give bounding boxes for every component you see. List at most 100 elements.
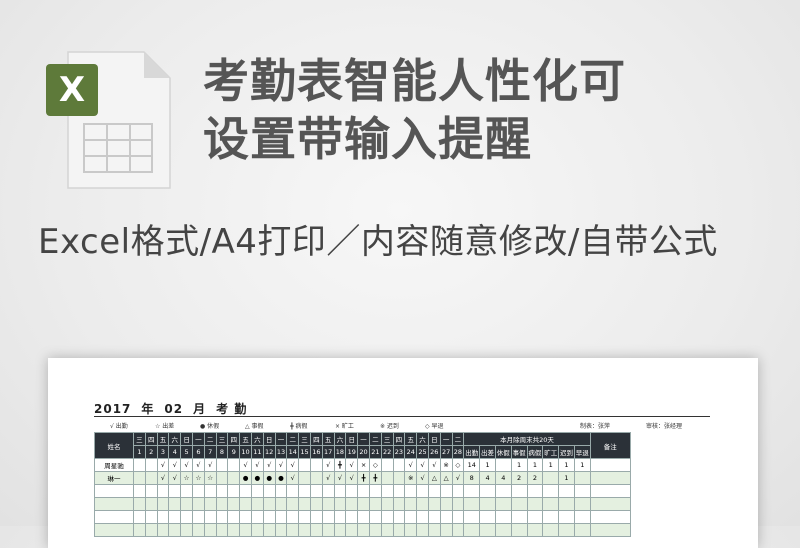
summary-value <box>526 484 544 498</box>
attendance-mark <box>392 484 406 498</box>
weekday-header: 一 <box>191 432 205 446</box>
attendance-mark <box>392 458 406 472</box>
legend-item: √ 出勤 <box>110 423 128 430</box>
summary-value <box>558 484 575 498</box>
attendance-mark <box>368 484 382 498</box>
sheet-label: 考 勤 <box>216 402 248 416</box>
employee-name: 琳一 <box>94 471 134 485</box>
attendance-mark <box>168 510 182 524</box>
summary-value: 14 <box>463 458 481 472</box>
attendance-mark <box>333 523 347 537</box>
sheet-month-unit: 月 <box>193 402 207 416</box>
day-number-header: 26 <box>427 445 441 459</box>
name-header: 姓名 <box>94 432 134 459</box>
day-number-header: 23 <box>392 445 406 459</box>
attendance-mark <box>227 523 241 537</box>
note-header: 备注 <box>589 432 631 459</box>
note-cell <box>589 510 631 524</box>
page-title: 考勤表智能人性化可 设置带输入提醒 <box>203 52 763 168</box>
weekday-header: 三 <box>380 432 394 446</box>
attendance-mark <box>239 497 252 511</box>
weekday-header: 三 <box>133 432 146 446</box>
attendance-mark <box>392 510 406 524</box>
attendance-mark: √ <box>345 471 359 485</box>
attendance-mark <box>274 510 288 524</box>
attendance-mark <box>333 497 347 511</box>
attendance-mark <box>215 484 229 498</box>
title-underline <box>94 416 710 417</box>
attendance-mark: √ <box>286 458 300 472</box>
attendance-mark <box>191 497 205 511</box>
attendance-mark <box>144 497 158 511</box>
attendance-mark: √ <box>250 458 264 472</box>
summary-value <box>510 523 528 537</box>
summary-col-header: 早退 <box>573 445 591 459</box>
summary-value <box>526 497 544 511</box>
attendance-mark <box>309 510 323 524</box>
legend-item: ╋ 病假 <box>290 423 308 430</box>
summary-col-header: 迟到 <box>558 445 575 459</box>
attendance-mark <box>203 484 217 498</box>
weekday-header: 三 <box>298 432 311 446</box>
attendance-mark: ● <box>250 471 264 485</box>
attendance-mark <box>298 458 311 472</box>
summary-value <box>510 484 528 498</box>
weekday-header: 五 <box>156 432 170 446</box>
weekday-header: 一 <box>439 432 453 446</box>
attendance-mark <box>180 523 193 537</box>
attendance-mark: ☆ <box>191 471 205 485</box>
weekday-header: 日 <box>345 432 359 446</box>
attendance-mark <box>168 484 182 498</box>
attendance-mark <box>250 497 264 511</box>
attendance-mark <box>133 510 146 524</box>
attendance-mark <box>357 484 370 498</box>
attendance-mark <box>416 484 429 498</box>
weekday-header: 三 <box>215 432 229 446</box>
attendance-mark <box>427 523 441 537</box>
summary-value <box>510 497 528 511</box>
weekday-header: 五 <box>404 432 418 446</box>
day-number-header: 25 <box>416 445 429 459</box>
attendance-mark: √ <box>321 471 335 485</box>
attendance-mark <box>368 510 382 524</box>
attendance-mark <box>133 484 146 498</box>
attendance-mark <box>262 497 276 511</box>
day-number-header: 19 <box>345 445 359 459</box>
summary-value <box>479 484 496 498</box>
note-cell <box>589 523 631 537</box>
summary-value <box>526 523 544 537</box>
table-row <box>94 523 631 537</box>
maker-label: 制表：张萍 <box>580 423 611 430</box>
attendance-mark <box>227 458 241 472</box>
day-number-header: 27 <box>439 445 453 459</box>
employee-name <box>94 497 134 511</box>
summary-value: 1 <box>558 471 575 485</box>
employee-name <box>94 484 134 498</box>
summary-value: 1 <box>542 458 560 472</box>
attendance-mark <box>345 497 359 511</box>
summary-value <box>558 497 575 511</box>
attendance-mark: △ <box>439 471 453 485</box>
attendance-mark <box>298 471 311 485</box>
attendance-mark <box>380 458 394 472</box>
summary-value <box>542 471 560 485</box>
attendance-mark <box>156 484 170 498</box>
summary-value <box>463 484 481 498</box>
summary-value <box>479 510 496 524</box>
attendance-mark <box>309 497 323 511</box>
attendance-mark <box>144 510 158 524</box>
legend-item: × 旷工 <box>335 423 354 430</box>
attendance-mark <box>380 471 394 485</box>
attendance-mark: √ <box>180 458 193 472</box>
summary-value <box>510 510 528 524</box>
attendance-mark <box>262 484 276 498</box>
summary-col-header: 旷工 <box>542 445 560 459</box>
attendance-mark <box>180 510 193 524</box>
legend-item: △ 事假 <box>245 423 264 430</box>
day-number-header: 14 <box>286 445 300 459</box>
attendance-mark <box>203 523 217 537</box>
attendance-mark <box>262 523 276 537</box>
attendance-mark: √ <box>333 471 347 485</box>
summary-col-header: 出勤 <box>463 445 481 459</box>
day-number-header: 18 <box>333 445 347 459</box>
